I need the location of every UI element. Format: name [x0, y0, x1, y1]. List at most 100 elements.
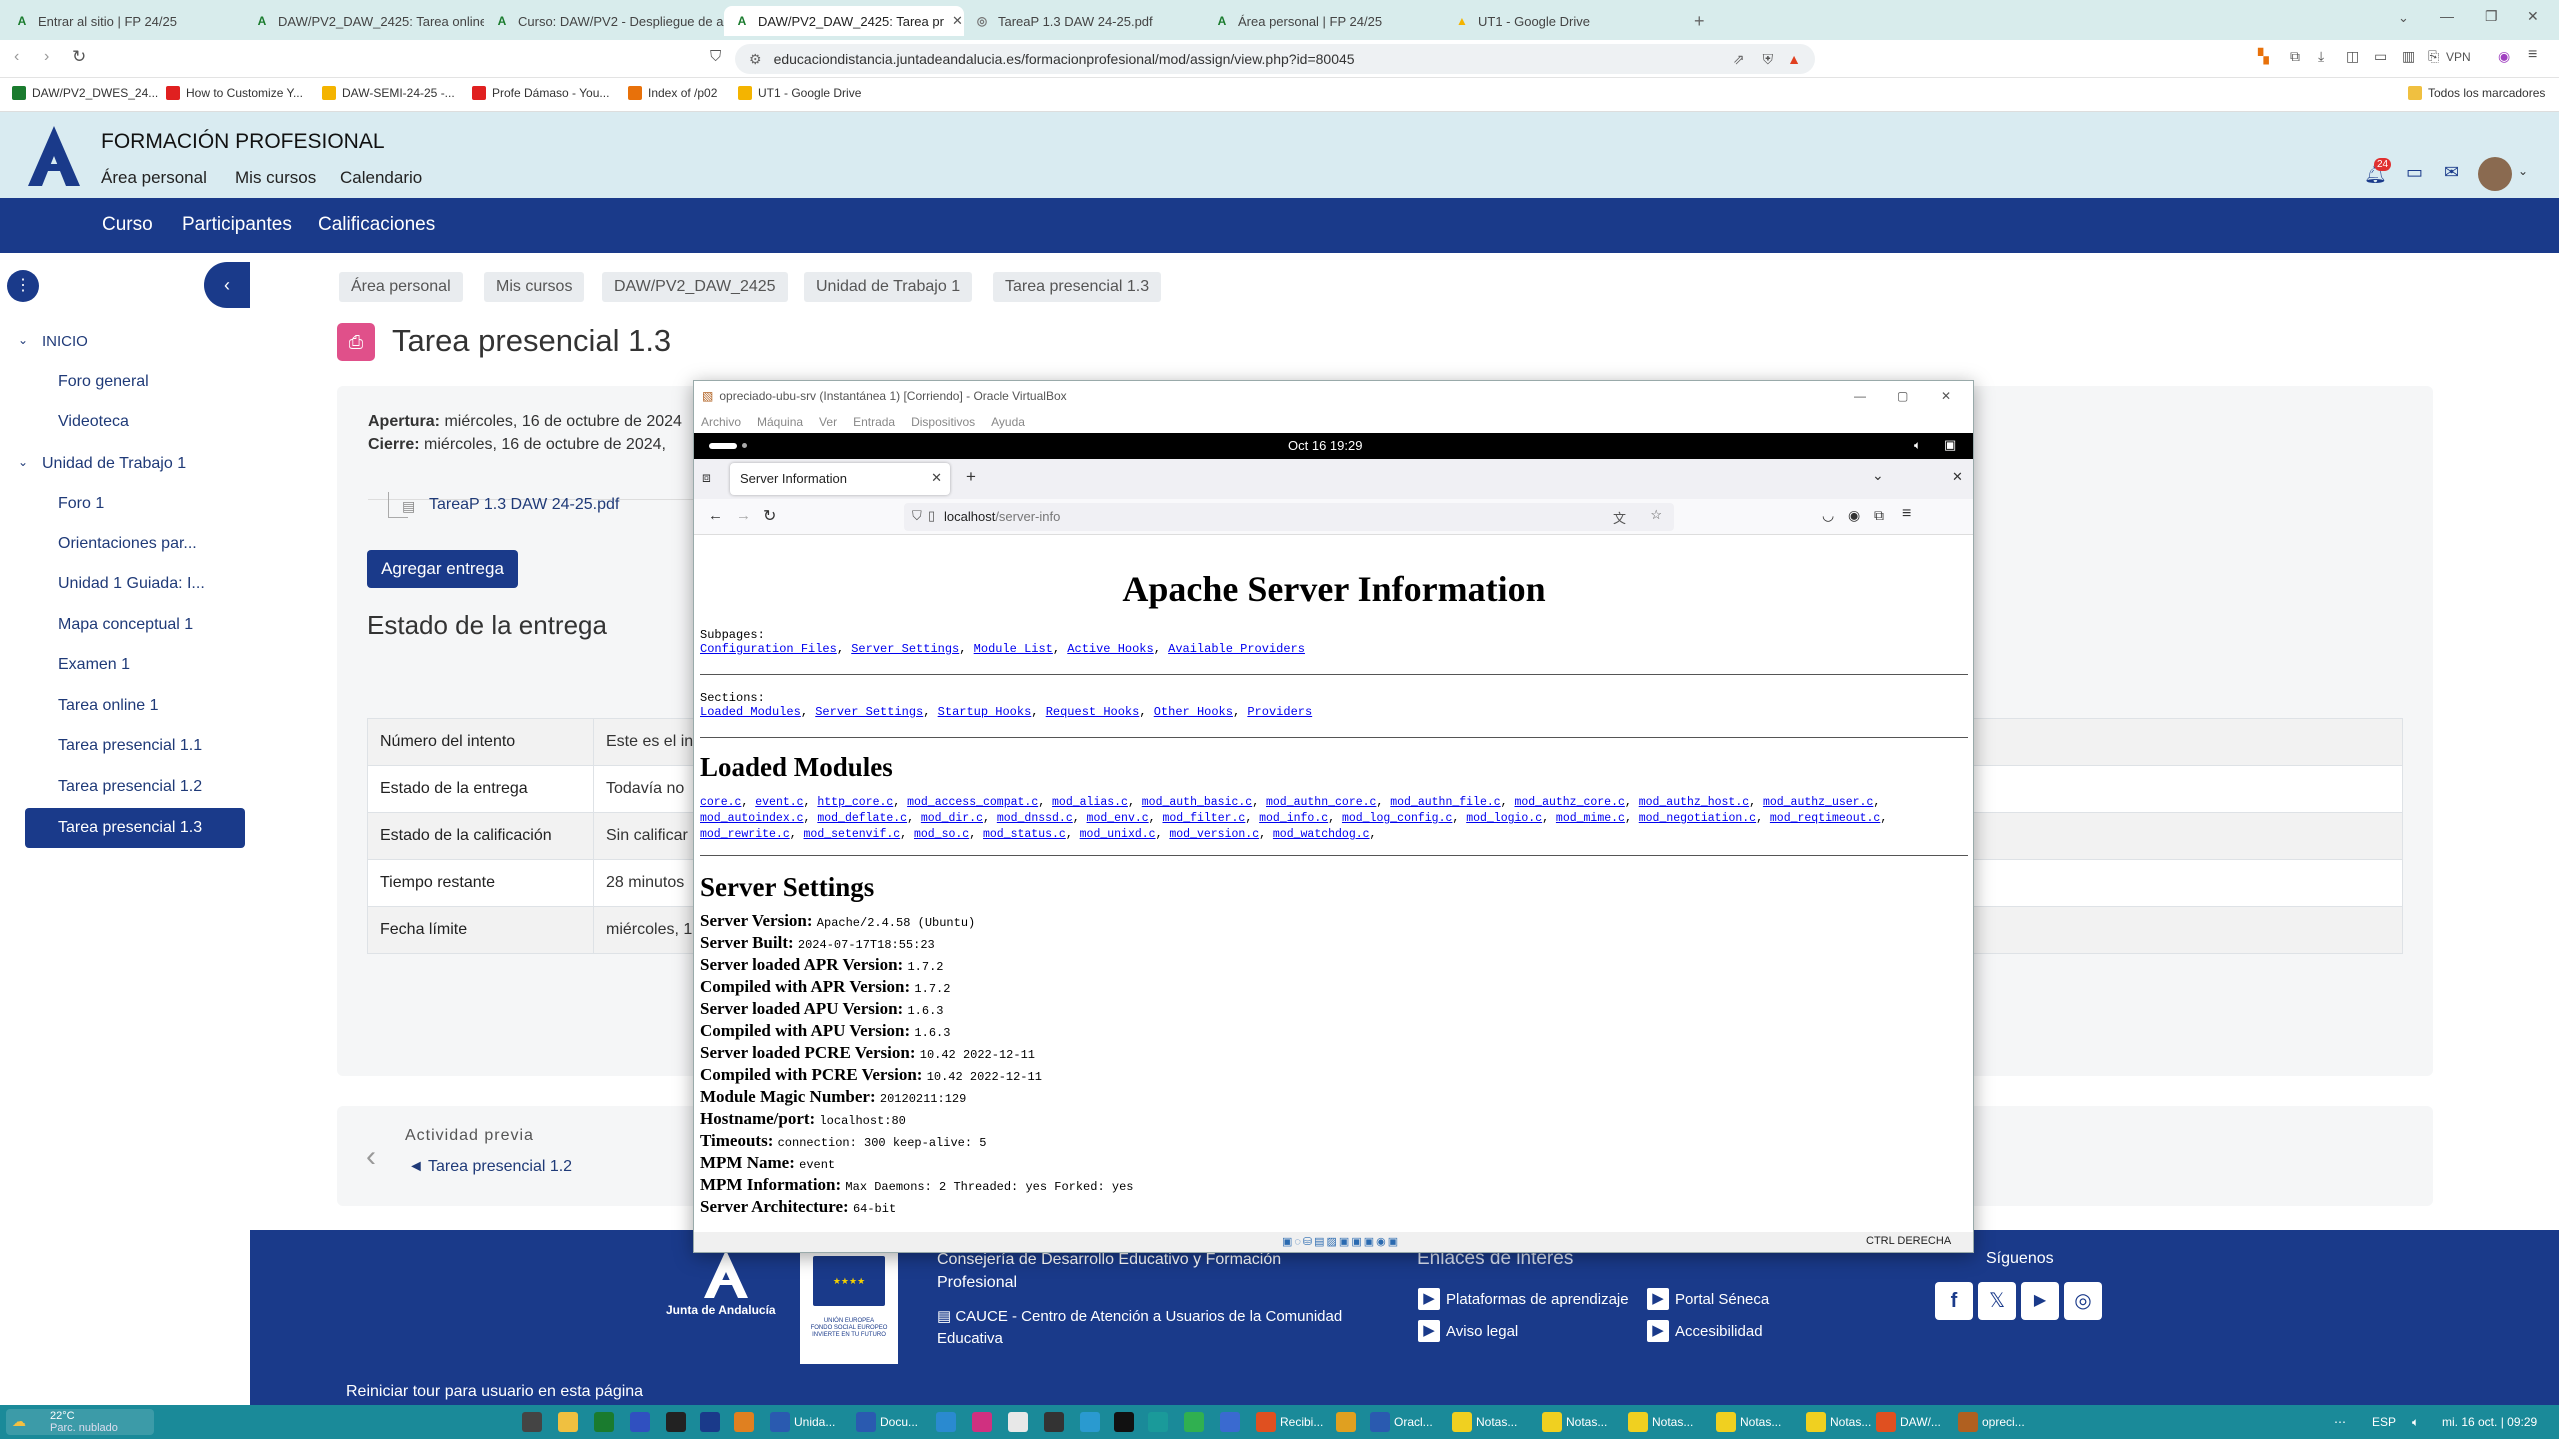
taskbar-app[interactable]: opreci...: [1958, 1410, 2025, 1434]
attachment-link[interactable]: TareaP 1.3 DAW 24-25.pdf: [429, 496, 619, 514]
vpn-button[interactable]: VPN: [2446, 50, 2471, 64]
module-link[interactable]: mod_unixd.c: [1080, 828, 1156, 841]
taskbar-app[interactable]: DAW/...: [1876, 1410, 1941, 1434]
taskbar-app[interactable]: Docu...: [856, 1410, 918, 1434]
mail-icon[interactable]: ✉: [2444, 162, 2459, 183]
taskbar-app[interactable]: Unida...: [770, 1410, 835, 1434]
sidebar-item[interactable]: Videoteca: [58, 413, 129, 431]
tab-overview-icon[interactable]: ⧈: [702, 469, 711, 486]
address-bar[interactable]: ⚙ educaciondistancia.juntadeandalucia.es…: [735, 44, 1815, 74]
module-link[interactable]: mod_status.c: [983, 828, 1066, 841]
module-link[interactable]: mod_so.c: [914, 828, 969, 841]
section-link[interactable]: Other Hooks: [1154, 705, 1233, 719]
module-link[interactable]: mod_authz_user.c: [1763, 796, 1873, 809]
module-link[interactable]: mod_version.c: [1169, 828, 1259, 841]
vbox-menu-item[interactable]: Ayuda: [991, 415, 1025, 429]
module-link[interactable]: mod_mime.c: [1556, 812, 1625, 825]
taskbar-app[interactable]: [936, 1410, 960, 1434]
vbox-menu-item[interactable]: Máquina: [757, 415, 803, 429]
back-icon[interactable]: ←: [708, 507, 723, 524]
taskbar-app[interactable]: Notas...: [1452, 1410, 1517, 1434]
leo-icon[interactable]: ◉: [2498, 48, 2510, 65]
bookmark-item[interactable]: How to Customize Y...: [166, 86, 303, 100]
taskbar-app[interactable]: [1336, 1410, 1360, 1434]
breadcrumb-item[interactable]: Unidad de Trabajo 1: [804, 272, 973, 302]
module-link[interactable]: mod_auth_basic.c: [1142, 796, 1252, 809]
module-link[interactable]: mod_watchdog.c: [1273, 828, 1370, 841]
input-language[interactable]: ESP: [2372, 1410, 2396, 1434]
menu-icon[interactable]: ≡: [2528, 46, 2537, 64]
forward-icon[interactable]: ›: [44, 48, 49, 66]
chevron-down-icon[interactable]: ⌄: [18, 455, 28, 469]
vbox-menu-item[interactable]: Entrada: [853, 415, 895, 429]
module-link[interactable]: mod_authz_host.c: [1639, 796, 1749, 809]
sidebar-item[interactable]: Foro 1: [58, 495, 104, 513]
new-tab-button[interactable]: +: [1684, 6, 1714, 36]
firefox-tab[interactable]: Server Information ✕: [730, 463, 950, 495]
bookmark-item[interactable]: DAW/PV2_DWES_24...: [12, 86, 158, 100]
vbox-menu-item[interactable]: Archivo: [701, 415, 741, 429]
section-link[interactable]: Loaded Modules: [700, 705, 801, 719]
taskbar-app[interactable]: [1044, 1410, 1068, 1434]
module-link[interactable]: mod_autoindex.c: [700, 812, 804, 825]
more-options-icon[interactable]: ⋮: [7, 270, 39, 302]
download-icon[interactable]: ⤓: [2318, 48, 2324, 65]
pocket-icon[interactable]: ◡: [1822, 507, 1834, 524]
vbox-device-icons[interactable]: ▣◌⛁▤▨▣▣▣◉▣: [1282, 1235, 1400, 1248]
junta-logo-icon[interactable]: [22, 126, 86, 186]
weather-widget[interactable]: ☁ 22°C Parc. nublado: [6, 1409, 154, 1435]
bookmark-item[interactable]: Profe Dámaso - You...: [472, 86, 609, 100]
activities-indicator-icon[interactable]: [709, 443, 737, 449]
subpage-link[interactable]: Module List: [974, 642, 1053, 656]
module-link[interactable]: mod_info.c: [1259, 812, 1328, 825]
new-tab-button[interactable]: +: [966, 467, 976, 487]
module-link[interactable]: mod_authn_core.c: [1266, 796, 1376, 809]
vbox-menu-item[interactable]: Ver: [819, 415, 837, 429]
taskbar-app[interactable]: Oracl...: [1370, 1410, 1433, 1434]
top-link-area-personal[interactable]: Área personal: [101, 168, 207, 188]
sidebar-item[interactable]: Examen 1: [58, 656, 130, 674]
taskbar-clock[interactable]: mi. 16 oct. | 09:29: [2442, 1410, 2537, 1434]
close-window-icon[interactable]: ✕: [1952, 469, 1963, 485]
sidebar-item[interactable]: Tarea presencial 1.1: [58, 737, 202, 755]
browser-tab[interactable]: ◎ TareaP 1.3 DAW 24-25.pdf: [964, 6, 1204, 36]
taskbar-app[interactable]: [1008, 1410, 1032, 1434]
module-link[interactable]: core.c: [700, 796, 741, 809]
module-link[interactable]: mod_filter.c: [1162, 812, 1245, 825]
sidebar-item[interactable]: Mapa conceptual 1: [58, 616, 193, 634]
sidebar-item[interactable]: Tarea online 1: [58, 697, 159, 715]
star-icon[interactable]: ☆: [1650, 507, 1662, 523]
browser-tab[interactable]: A Entrar al sitio | FP 24/25: [4, 6, 244, 36]
instagram-icon[interactable]: ◎: [2064, 1282, 2102, 1320]
user-menu-chevron-icon[interactable]: ⌄: [2518, 164, 2528, 178]
minimize-window-icon[interactable]: —: [2440, 8, 2454, 24]
module-link[interactable]: event.c: [755, 796, 803, 809]
volume-icon[interactable]: 🔈︎: [1914, 438, 1921, 453]
tray-overflow-icon[interactable]: ⋯: [2334, 1410, 2346, 1434]
module-link[interactable]: mod_authz_core.c: [1514, 796, 1624, 809]
subpage-link[interactable]: Active Hooks: [1067, 642, 1153, 656]
tab-list-chevron-icon[interactable]: ⌄: [2398, 10, 2409, 26]
reload-icon[interactable]: ↻: [72, 47, 86, 67]
chevron-left-icon[interactable]: ‹: [366, 1140, 376, 1174]
module-link[interactable]: mod_dnssd.c: [997, 812, 1073, 825]
taskbar-app[interactable]: [1220, 1410, 1244, 1434]
subpage-link[interactable]: Server Settings: [851, 642, 959, 656]
module-link[interactable]: mod_rewrite.c: [700, 828, 790, 841]
youtube-icon[interactable]: ▶: [2021, 1282, 2059, 1320]
shield-icon[interactable]: ⛉: [912, 508, 922, 524]
translate-icon[interactable]: 文: [1613, 508, 1626, 527]
nav-curso[interactable]: Curso: [102, 214, 153, 236]
all-bookmarks[interactable]: Todos los marcadores: [2408, 86, 2545, 100]
subpage-link[interactable]: Configuration Files: [700, 642, 837, 656]
taskbar-app[interactable]: [1080, 1410, 1104, 1434]
forward-icon[interactable]: →: [736, 507, 751, 524]
rewards-icon[interactable]: ▲: [1787, 51, 1801, 67]
breadcrumb-item[interactable]: Área personal: [339, 272, 463, 302]
previous-activity-link[interactable]: ◄ Tarea presencial 1.2: [408, 1158, 572, 1176]
close-tab-icon[interactable]: ✕: [944, 13, 963, 29]
guest-clock[interactable]: Oct 16 19:29: [1288, 438, 1362, 453]
share-url-icon[interactable]: ⇗: [1733, 51, 1745, 68]
facebook-icon[interactable]: f: [1935, 1282, 1973, 1320]
taskbar-app[interactable]: Notas...: [1542, 1410, 1607, 1434]
